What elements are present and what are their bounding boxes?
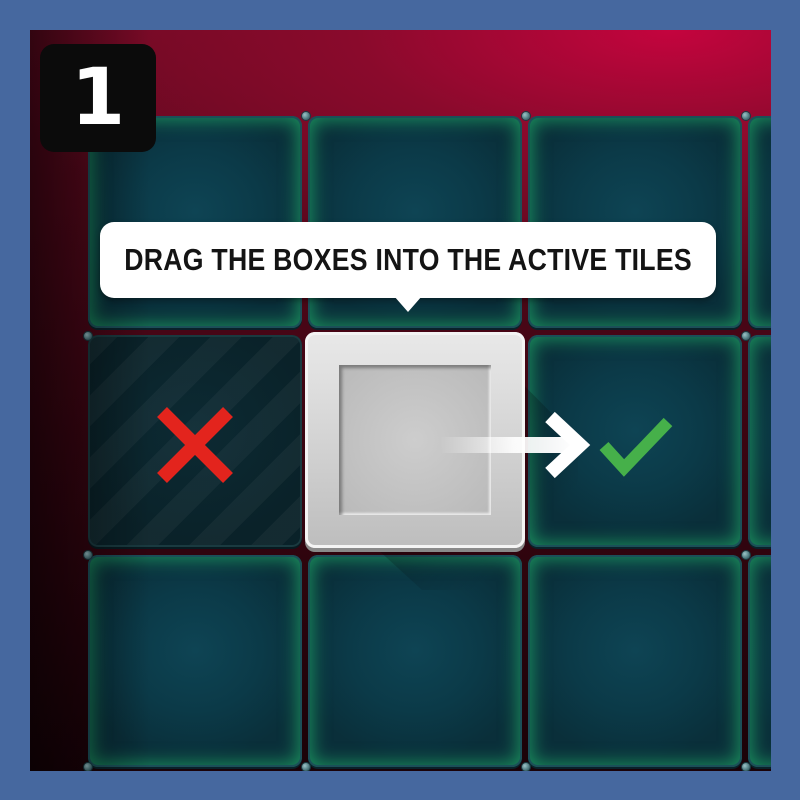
rivet — [302, 763, 310, 771]
rivet — [742, 112, 750, 120]
tile — [748, 116, 771, 328]
tile — [88, 555, 302, 767]
step-number: 1 — [70, 53, 126, 143]
rivet — [742, 551, 750, 559]
instruction-bubble: DRAG THE BOXES INTO THE ACTIVE TILES — [100, 222, 716, 298]
rivet — [742, 332, 750, 340]
rivet — [84, 332, 92, 340]
rivet — [522, 112, 530, 120]
x-icon — [157, 407, 233, 483]
instruction-text: DRAG THE BOXES INTO THE ACTIVE TILES — [124, 242, 692, 277]
tile — [748, 335, 771, 547]
arrow-right-icon — [440, 411, 591, 479]
check-icon — [599, 417, 673, 477]
rivet — [522, 763, 530, 771]
step-number-badge: 1 — [40, 44, 156, 152]
rivet — [742, 763, 750, 771]
rivet — [84, 551, 92, 559]
rivet — [302, 112, 310, 120]
tile — [748, 555, 771, 767]
rivet — [84, 763, 92, 771]
bubble-tail — [394, 296, 422, 312]
